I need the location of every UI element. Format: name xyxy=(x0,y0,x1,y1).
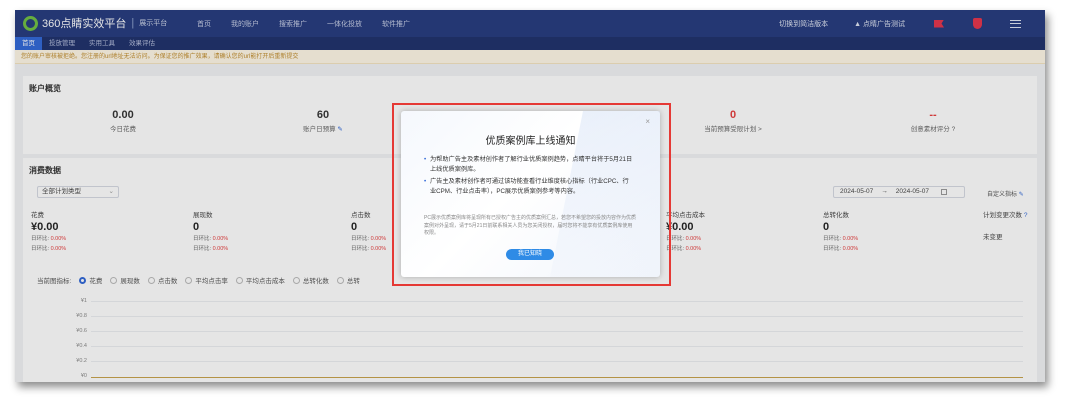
modal-body: 为帮助广告主及素材创作者了解行业优质案例趋势，点睛平台将于5月21日上线优质案例… xyxy=(424,155,634,199)
close-icon[interactable]: × xyxy=(645,117,650,126)
modal-bullet: 为帮助广告主及素材创作者了解行业优质案例趋势，点睛平台将于5月21日上线优质案例… xyxy=(424,155,634,175)
modal-bullet: 广告主及素材创作者可通过该功能查看行业维度核心指标（行业CPC、行业CPM、行业… xyxy=(424,177,634,197)
acknowledge-button[interactable]: 我已知晓 xyxy=(506,249,554,260)
notice-modal: × 优质案例库上线通知 为帮助广告主及素材创作者了解行业优质案例趋势，点睛平台将… xyxy=(401,111,660,277)
modal-note: PC展示优质案例库将呈现所有已授权广告主的优质案例汇总，若您不希望您的投放内容作… xyxy=(424,215,636,236)
modal-title: 优质案例库上线通知 xyxy=(485,136,576,147)
